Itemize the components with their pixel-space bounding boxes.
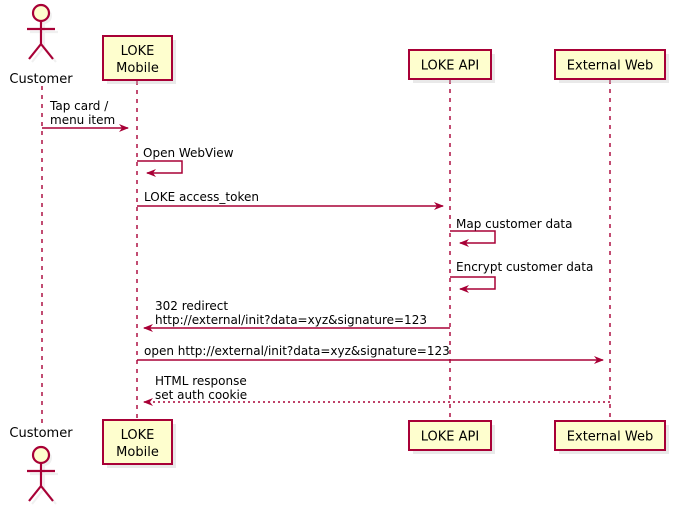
message-label: Map customer data bbox=[456, 217, 573, 231]
participant-loke-api-top[interactable]: LOKE API bbox=[408, 49, 495, 83]
participant-label-loke-mobile-bottom-line1: LOKE bbox=[121, 428, 155, 443]
participant-loke-api-bottom[interactable]: LOKE API bbox=[408, 420, 495, 454]
actor-label-customer-top: Customer bbox=[9, 72, 73, 87]
message-label-line1: 302 redirect bbox=[155, 299, 228, 313]
participant-external-web-bottom[interactable]: External Web bbox=[554, 420, 669, 454]
message-open-external-url[interactable]: open http://external/init?data=xyz&signa… bbox=[137, 344, 604, 364]
message-label-line1: Tap card / bbox=[49, 99, 109, 113]
participant-label-loke-api-bottom: LOKE API bbox=[421, 430, 479, 445]
participant-label-loke-mobile-top-line1: LOKE bbox=[121, 44, 155, 59]
participant-external-web-top[interactable]: External Web bbox=[554, 49, 669, 83]
actor-label-customer-bottom: Customer bbox=[9, 426, 73, 441]
participant-loke-mobile-bottom[interactable]: LOKE Mobile bbox=[102, 419, 176, 468]
message-label: Encrypt customer data bbox=[456, 260, 593, 274]
message-label-line1: HTML response bbox=[155, 374, 247, 388]
message-self-loop bbox=[450, 276, 496, 293]
message-label-line2: set auth cookie bbox=[155, 388, 247, 402]
message-self-loop bbox=[450, 230, 496, 247]
message-302-redirect[interactable]: 302 redirect http://external/init?data=x… bbox=[143, 299, 450, 332]
message-label: LOKE access_token bbox=[144, 190, 259, 204]
participant-label-loke-mobile-top-line2: Mobile bbox=[116, 61, 159, 76]
actor-head-icon bbox=[31, 3, 51, 23]
actor-leg-right bbox=[40, 485, 54, 502]
participant-label-external-web-bottom: External Web bbox=[567, 430, 653, 445]
actor-leg-right bbox=[40, 43, 54, 60]
participant-label-loke-mobile-bottom-line2: Mobile bbox=[116, 445, 159, 460]
message-loke-access-token[interactable]: LOKE access_token bbox=[137, 190, 444, 210]
message-map-customer-data[interactable]: Map customer data bbox=[450, 217, 573, 247]
participant-label-external-web-top: External Web bbox=[567, 59, 653, 74]
actor-customer-top[interactable]: Customer bbox=[9, 3, 73, 87]
participant-loke-mobile-top[interactable]: LOKE Mobile bbox=[102, 35, 176, 84]
actor-head-icon bbox=[31, 445, 51, 465]
message-self-loop bbox=[137, 160, 183, 177]
message-label-line2: menu item bbox=[50, 113, 115, 127]
message-open-webview[interactable]: Open WebView bbox=[137, 146, 234, 177]
message-label-line2: http://external/init?data=xyz&signature=… bbox=[155, 313, 427, 327]
message-tap-card[interactable]: Tap card / menu item bbox=[42, 99, 129, 132]
message-label: Open WebView bbox=[143, 146, 234, 160]
sequence-diagram: Customer LOKE Mobile LOKE API External W… bbox=[0, 0, 678, 510]
message-label: open http://external/init?data=xyz&signa… bbox=[144, 344, 450, 358]
participant-label-loke-api-top: LOKE API bbox=[421, 59, 479, 74]
lifelines bbox=[41, 80, 611, 424]
actor-customer-bottom[interactable]: Customer bbox=[9, 426, 73, 505]
message-encrypt-customer-data[interactable]: Encrypt customer data bbox=[450, 260, 593, 293]
message-html-response[interactable]: HTML response set auth cookie bbox=[143, 374, 610, 406]
